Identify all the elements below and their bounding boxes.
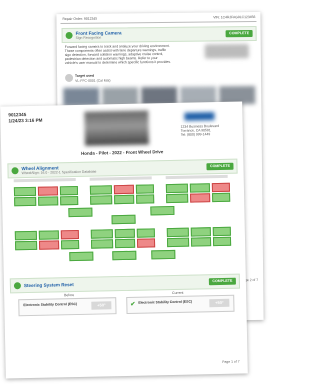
camera-complete-button[interactable]: COMPLETE	[225, 30, 253, 38]
steering-reset-header: Steering System Reset COMPLETE	[9, 273, 241, 294]
back-header-right: VIN: 1C4RJFAG9LC123456	[213, 14, 256, 20]
alignment-diagram	[8, 174, 238, 272]
camera-section-header: Front Facing Camera Sign Recognition COM…	[61, 25, 257, 44]
camera-section-subtitle: Sign Recognition	[75, 35, 102, 40]
shop-logo	[184, 112, 215, 121]
before-badge: +50°	[91, 301, 112, 310]
camera-body-line-5: vehicle's user manual to determine which…	[64, 59, 171, 65]
back-header-left: Repair Order: 9012345	[62, 16, 98, 22]
check-icon: ✔	[130, 301, 136, 308]
current-label: Current	[172, 290, 184, 296]
before-card: Electronic Stability Control (ESC) +50°	[18, 297, 117, 317]
camera-section-title: Front Facing Camera	[75, 29, 122, 36]
tech-sub: VL-FFC-0001 (Cal Mat)	[75, 78, 111, 83]
current-badge: +50°	[209, 298, 230, 308]
blurred-logo-image	[204, 44, 249, 59]
ro-number: 9012345	[8, 112, 27, 118]
wheel-alignment-complete-button[interactable]: COMPLETE	[206, 162, 234, 171]
vehicle-photo	[84, 110, 150, 146]
tech-avatar	[65, 73, 74, 82]
current-card: ✔ Electronic Stability Control (ESC) +50…	[126, 294, 235, 314]
vehicle-line: Honda - Pilot - 2022 - Front Wheel Drive	[81, 149, 164, 156]
car-icon	[11, 167, 19, 175]
car-icon	[65, 31, 73, 39]
front-page-number: Page 1 of 7	[222, 359, 240, 364]
report-date: 1/24/23 3:16 PM	[8, 117, 43, 124]
front-page: 9012345 1/24/23 3:16 PM 1234 Business Bo…	[0, 101, 248, 379]
wheel-alignment-subtitle: WheelAlign: 16.0 - 2022-1 Specification …	[21, 169, 97, 176]
steering-wheel-icon	[13, 282, 22, 290]
steering-reset-complete-button[interactable]: COMPLETE	[208, 277, 236, 286]
before-label: Before	[64, 293, 75, 298]
steering-reset-title: Steering System Reset	[23, 282, 74, 289]
before-item: Electronic Stability Control (ESC)	[23, 301, 78, 308]
photo-1	[63, 87, 100, 107]
current-item: Electronic Stability Control (ESC)	[138, 299, 193, 305]
shop-address-3: Tel: (800) 999-1449	[180, 132, 211, 137]
